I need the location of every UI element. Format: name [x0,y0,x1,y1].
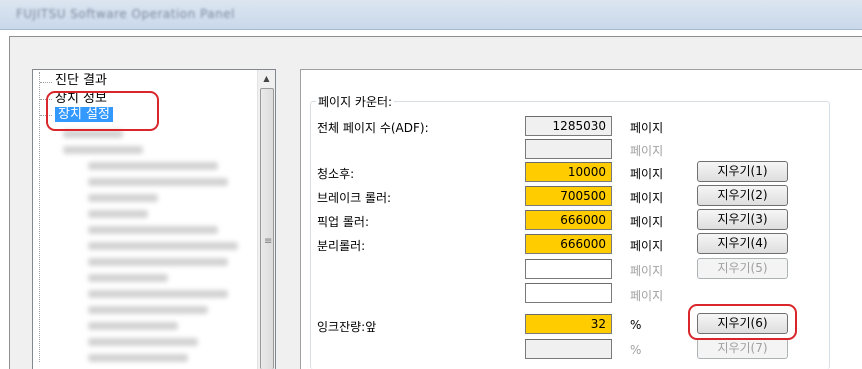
empty-counter-field [525,139,612,159]
tree-scrollbar[interactable]: ▲ ≡ [257,70,275,369]
unit-label: 페이지 [630,121,664,135]
blurred-tree-item [88,226,218,234]
empty-counter-field [525,283,612,303]
blurred-tree-item [88,274,168,282]
brake-roller-label: 브레이크 롤러: [317,191,392,205]
unit-label: 페이지 [630,191,664,205]
blurred-tree-item [63,146,143,154]
clear-button-7: 지우기(7) [697,338,788,359]
unit-label: 페이지 [630,239,664,253]
clear-button-3[interactable]: 지우기(3) [697,209,788,230]
clear-button-1[interactable]: 지우기(1) [697,161,788,182]
total-pages-value: 1285030 [525,116,612,136]
blurred-tree-item [88,354,188,362]
pickup-roller-value: 666000 [525,210,612,230]
blurred-tree-item [63,130,123,138]
scrollbar-thumb[interactable]: ≡ [260,88,274,369]
tree-item-diagnosis-result[interactable]: 진단 결과 [55,73,107,88]
highlight-callout [46,91,159,131]
blurred-tree-item [88,242,238,250]
pickup-roller-label: 픽업 롤러: [317,215,370,229]
unit-label: 페이지 [630,144,664,158]
clear-button-2[interactable]: 지우기(2) [697,185,788,206]
tree-item-label: 진단 결과 [55,73,107,88]
tree-connector [40,82,52,83]
unit-label: 페이지 [630,289,664,303]
blurred-tree-item [88,258,228,266]
ink-remaining-value: 32 [525,314,612,334]
percent-unit-label: % [630,343,642,357]
blurred-tree-item [88,178,228,186]
clear-button-5: 지우기(5) [697,258,788,279]
empty-counter-field [525,259,612,279]
blurred-tree-item [88,210,148,218]
window-title: FUJITSU Software Operation Panel [16,7,235,21]
window-titlebar: FUJITSU Software Operation Panel [0,0,862,30]
scroll-up-arrow-icon[interactable]: ▲ [258,70,275,87]
separation-roller-value: 666000 [525,234,612,254]
percent-unit-label: % [630,318,642,332]
separation-roller-label: 분리롤러: [317,239,366,253]
blurred-tree-item [88,338,198,346]
ink-remaining-label: 잉크잔량:앞 [317,320,377,334]
blurred-tree-item [88,290,228,298]
grip-icon: ≡ [264,236,273,247]
page-counter-title: 페이지 카운터: [316,93,395,110]
unit-label: 페이지 [630,167,664,181]
blurred-tree-item [88,162,218,170]
highlight-callout [688,304,797,340]
clear-button-4[interactable]: 지우기(4) [697,233,788,254]
empty-counter-field [525,339,612,359]
after-cleaning-label: 청소후: [317,167,355,181]
blurred-tree-item [88,322,178,330]
unit-label: 페이지 [630,215,664,229]
brake-roller-value: 700500 [525,186,612,206]
blurred-tree-item [88,194,158,202]
blurred-tree-item [88,306,208,314]
after-cleaning-value: 10000 [525,162,612,182]
total-pages-label: 전체 페이지 수(ADF): [317,121,429,135]
unit-label: 페이지 [630,264,664,278]
